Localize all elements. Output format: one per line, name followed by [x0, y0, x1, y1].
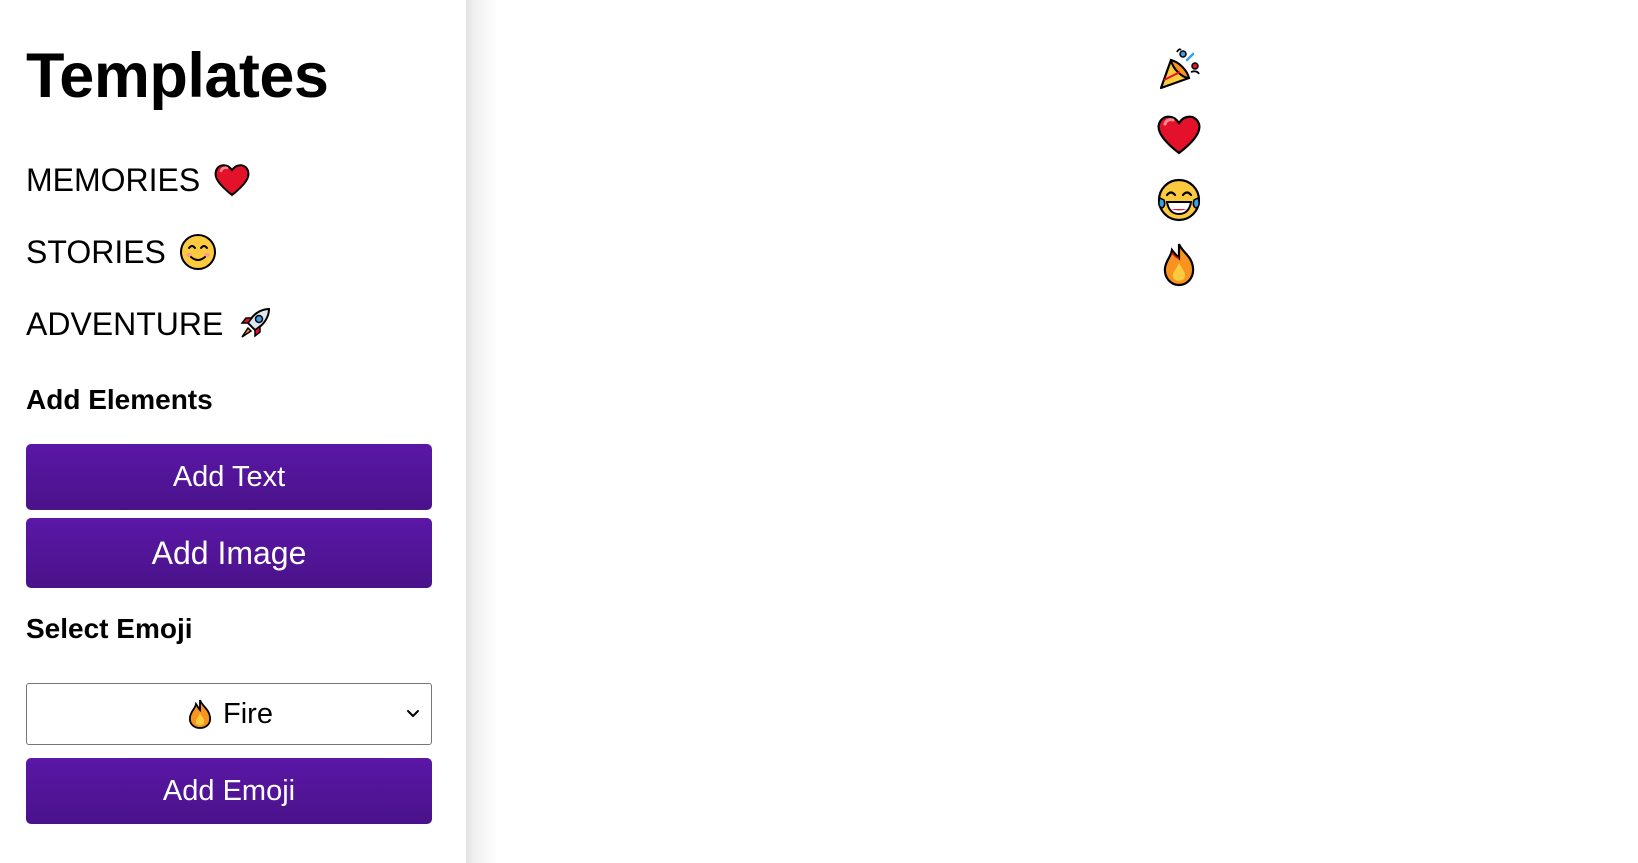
fire-icon [185, 698, 215, 730]
add-emoji-button[interactable]: Add Emoji [26, 758, 432, 824]
red-heart-icon [212, 160, 252, 200]
rocket-icon [235, 304, 275, 344]
template-label: STORIES [26, 234, 166, 270]
smiling-face-icon [178, 232, 218, 272]
template-label: ADVENTURE [26, 306, 224, 342]
sidebar: Templates MEMORIES STORIES ADVENTURE Add… [0, 0, 466, 863]
emoji-select-value: Fire [223, 697, 273, 730]
add-image-button[interactable]: Add Image [26, 518, 432, 588]
editor-canvas[interactable] [498, 0, 1638, 863]
red-heart-icon[interactable] [1155, 111, 1203, 159]
select-emoji-heading: Select Emoji [26, 613, 193, 644]
app-window: Templates MEMORIES STORIES ADVENTURE Add… [0, 0, 1638, 863]
party-popper-icon[interactable] [1155, 46, 1203, 94]
emoji-select[interactable]: Fire [26, 683, 432, 745]
template-stories[interactable]: STORIES [26, 232, 218, 272]
fire-icon[interactable] [1155, 241, 1203, 289]
template-adventure[interactable]: ADVENTURE [26, 304, 275, 344]
template-memories[interactable]: MEMORIES [26, 160, 252, 200]
add-elements-heading: Add Elements [26, 384, 213, 415]
add-text-button[interactable]: Add Text [26, 444, 432, 510]
sidebar-divider [466, 0, 498, 863]
chevron-down-icon [407, 710, 419, 717]
template-label: MEMORIES [26, 162, 201, 198]
tears-of-joy-face-icon[interactable] [1155, 176, 1203, 224]
sidebar-title: Templates [26, 41, 329, 111]
